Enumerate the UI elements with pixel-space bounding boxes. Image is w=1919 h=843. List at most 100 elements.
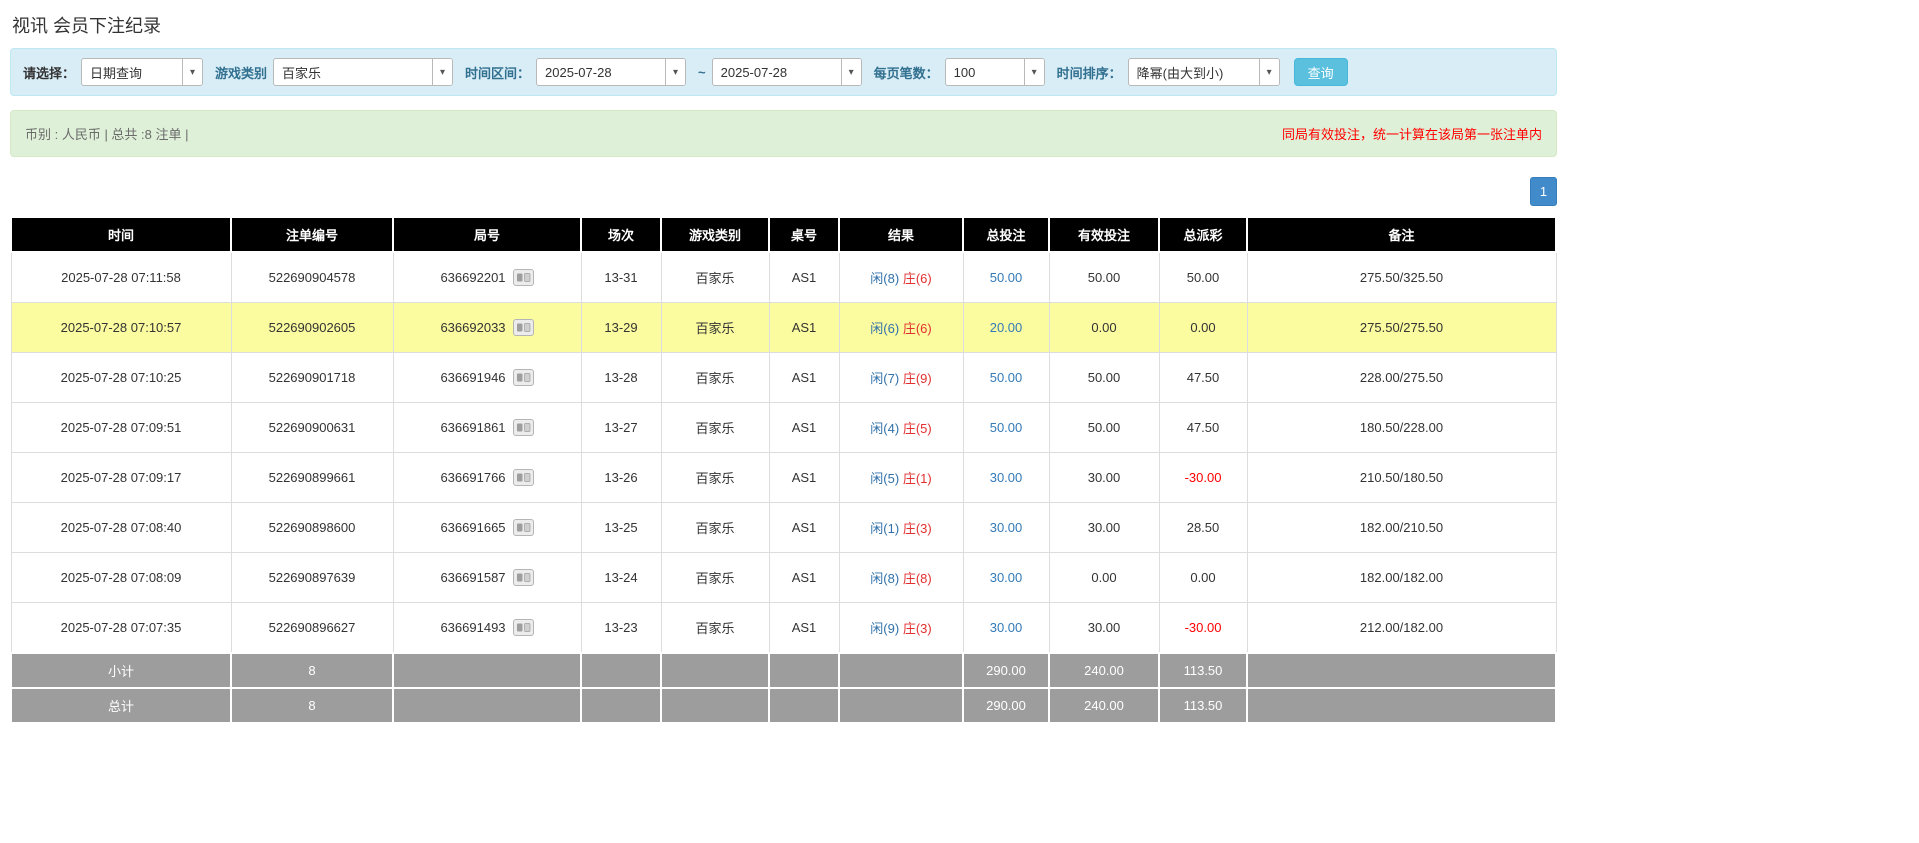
summary-total-bet-cell: 290.00 (963, 653, 1049, 688)
game-type-cell: 百家乐 (661, 503, 769, 553)
column-header: 总投注 (963, 217, 1049, 252)
total-bet-link[interactable]: 20.00 (990, 320, 1023, 335)
page-1-button[interactable]: 1 (1530, 177, 1557, 206)
table-row: 2025-07-28 07:07:35522690896627636691493… (11, 603, 1556, 654)
date-from-value: 2025-07-28 (537, 59, 665, 85)
payout-value: 47.50 (1187, 370, 1220, 385)
table-number-cell: AS1 (769, 252, 839, 303)
chevron-down-icon[interactable]: ▾ (665, 59, 685, 85)
player-result: 闲(6) (870, 321, 899, 336)
sort-select[interactable]: 降幂(由大到小) ▾ (1128, 58, 1280, 86)
time-cell: 2025-07-28 07:10:25 (11, 353, 231, 403)
total-bet-link[interactable]: 30.00 (990, 470, 1023, 485)
payout-cell: 47.50 (1159, 403, 1247, 453)
round-result-button[interactable] (513, 269, 534, 286)
page-size-select[interactable]: 100 ▾ (945, 58, 1045, 86)
result-cell: 闲(5) 庄(1) (839, 453, 963, 503)
empty-cell (661, 653, 769, 688)
game-type-cell: 百家乐 (661, 403, 769, 453)
total-bet-cell: 30.00 (963, 453, 1049, 503)
player-result: 闲(4) (870, 421, 899, 436)
round-result-button[interactable] (513, 569, 534, 586)
total-bet-cell: 30.00 (963, 553, 1049, 603)
chevron-down-icon[interactable]: ▾ (841, 59, 861, 85)
search-button[interactable]: 查询 (1294, 58, 1348, 86)
round-result-button[interactable] (513, 469, 534, 486)
date-range-label: 时间区间： (465, 63, 530, 82)
total-bet-link[interactable]: 30.00 (990, 520, 1023, 535)
player-result: 闲(1) (870, 521, 899, 536)
cards-icon (513, 519, 534, 536)
empty-cell (769, 688, 839, 723)
empty-cell (581, 688, 661, 723)
chevron-down-icon[interactable]: ▾ (432, 59, 452, 85)
total-bet-cell: 50.00 (963, 252, 1049, 303)
summary-label-cell: 小计 (11, 653, 231, 688)
round-result-button[interactable] (513, 419, 534, 436)
payout-cell: -30.00 (1159, 453, 1247, 503)
total-bet-link[interactable]: 30.00 (990, 570, 1023, 585)
bet-id-cell: 522690898600 (231, 503, 393, 553)
round-id-cell: 636692201 (393, 252, 581, 303)
chevron-down-icon[interactable]: ▾ (1024, 59, 1044, 85)
empty-cell (1247, 653, 1556, 688)
bet-id-cell: 522690904578 (231, 252, 393, 303)
total-bet-link[interactable]: 50.00 (990, 270, 1023, 285)
remark-cell: 275.50/325.50 (1247, 252, 1556, 303)
game-type-select[interactable]: 百家乐 ▾ (273, 58, 453, 86)
pagination-top: 1 (10, 177, 1557, 206)
round-id-cell: 636691493 (393, 603, 581, 654)
round-result-button[interactable] (513, 619, 534, 636)
session-cell: 13-23 (581, 603, 661, 654)
summary-label-cell: 总计 (11, 688, 231, 723)
date-from-select[interactable]: 2025-07-28 ▾ (536, 58, 686, 86)
payout-value: -30.00 (1185, 620, 1222, 635)
valid-bet-notice-text: 同局有效投注，统一计算在该局第一张注单内 (1282, 124, 1542, 143)
bet-id-cell: 522690900631 (231, 403, 393, 453)
summary-row: 总计8290.00240.00113.50 (11, 688, 1556, 723)
valid-bet-cell: 30.00 (1049, 603, 1159, 654)
payout-value: 28.50 (1187, 520, 1220, 535)
table-number-cell: AS1 (769, 603, 839, 654)
cards-icon (513, 619, 534, 636)
empty-cell (393, 688, 581, 723)
bet-id-cell: 522690901718 (231, 353, 393, 403)
bet-id-cell: 522690897639 (231, 553, 393, 603)
result-cell: 闲(4) 庄(5) (839, 403, 963, 453)
column-header: 总派彩 (1159, 217, 1247, 252)
round-result-button[interactable] (513, 319, 534, 336)
payout-cell: 0.00 (1159, 553, 1247, 603)
round-result-button[interactable] (513, 369, 534, 386)
currency-total-text: 币别 : 人民币 | 总共 :8 注单 | (25, 124, 189, 143)
date-separator: ~ (698, 65, 706, 80)
player-result: 闲(5) (870, 471, 899, 486)
total-bet-link[interactable]: 50.00 (990, 420, 1023, 435)
payout-value: 47.50 (1187, 420, 1220, 435)
remark-cell: 182.00/210.50 (1247, 503, 1556, 553)
total-bet-link[interactable]: 30.00 (990, 620, 1023, 635)
column-header: 注单编号 (231, 217, 393, 252)
payout-value: 50.00 (1187, 270, 1220, 285)
valid-bet-cell: 30.00 (1049, 503, 1159, 553)
filter-bar: 请选择： 日期查询 ▾ 游戏类别 百家乐 ▾ 时间区间： 2025-07-28 … (10, 48, 1557, 96)
round-result-button[interactable] (513, 519, 534, 536)
chevron-down-icon[interactable]: ▾ (182, 59, 202, 85)
table-number-cell: AS1 (769, 403, 839, 453)
valid-bet-cell: 50.00 (1049, 353, 1159, 403)
game-type-cell: 百家乐 (661, 553, 769, 603)
game-type-cell: 百家乐 (661, 603, 769, 654)
game-type-label: 游戏类别 (215, 63, 267, 82)
chevron-down-icon[interactable]: ▾ (1259, 59, 1279, 85)
session-cell: 13-25 (581, 503, 661, 553)
query-type-select[interactable]: 日期查询 ▾ (81, 58, 203, 86)
total-bet-link[interactable]: 50.00 (990, 370, 1023, 385)
total-bet-cell: 30.00 (963, 603, 1049, 654)
banker-result: 庄(3) (903, 521, 932, 536)
page-title: 视讯 会员下注纪录 (10, 0, 1557, 48)
summary-total-bet-cell: 290.00 (963, 688, 1049, 723)
bet-id-cell: 522690899661 (231, 453, 393, 503)
result-cell: 闲(7) 庄(9) (839, 353, 963, 403)
game-type-value: 百家乐 (274, 59, 432, 85)
date-to-select[interactable]: 2025-07-28 ▾ (712, 58, 862, 86)
result-cell: 闲(9) 庄(3) (839, 603, 963, 654)
